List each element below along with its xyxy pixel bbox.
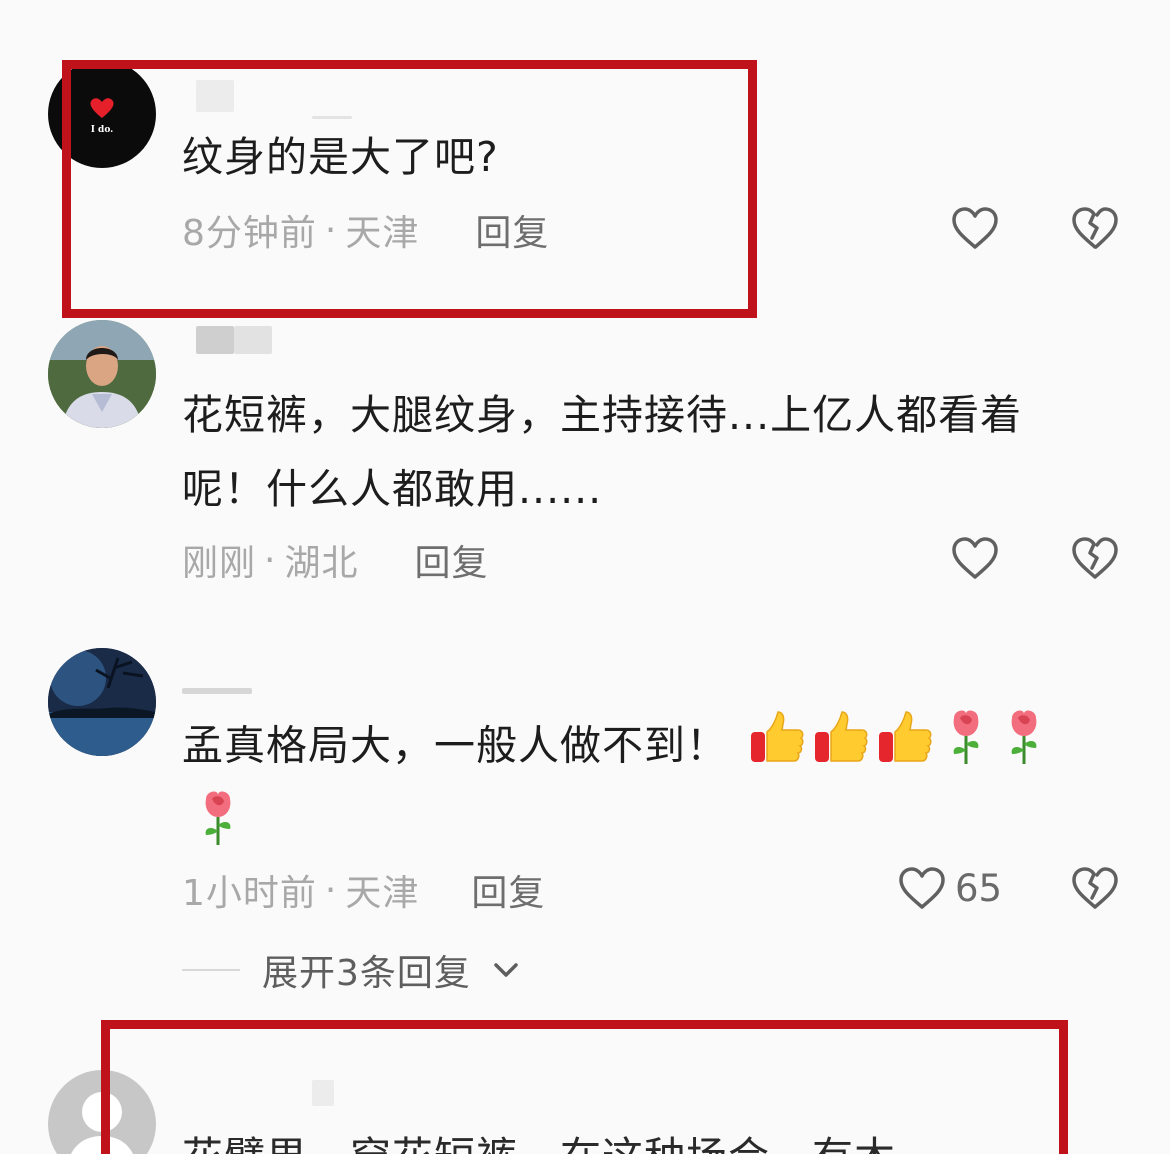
heart-logo-icon: I do. xyxy=(90,98,114,135)
broken-heart-icon xyxy=(1072,537,1118,579)
comment-time: 8分钟前 xyxy=(182,213,317,254)
dislike-button[interactable] xyxy=(1070,535,1120,585)
heart-outline-icon xyxy=(899,867,945,909)
avatar[interactable]: I do. xyxy=(48,60,156,168)
reply-button[interactable]: 回复 xyxy=(471,864,545,916)
expand-replies-button[interactable]: 展开3条回复 xyxy=(182,945,519,995)
rose-emoji xyxy=(192,789,244,870)
thumbs-up-emoji xyxy=(876,708,934,789)
heart-outline-icon xyxy=(952,537,998,579)
like-button[interactable] xyxy=(950,535,1000,581)
comment-text: 花短裤，大腿纹身，主持接待...上亿人都看着 呢！什么人都敢用...... xyxy=(182,391,1023,513)
comment-list: I do. 纹身的是大了吧? 8分钟前 · 天津 回复 花短裤，大腿纹身，主持接… xyxy=(0,0,1170,1154)
default-user-icon xyxy=(70,1092,134,1154)
dislike-button[interactable] xyxy=(1070,205,1120,255)
avatar[interactable] xyxy=(48,320,156,428)
comment-meta: 1小时前 · 天津 回复 xyxy=(182,865,545,915)
broken-heart-icon xyxy=(1072,207,1118,249)
person-photo-icon xyxy=(48,320,156,428)
rose-emoji xyxy=(940,708,992,789)
thumbs-up-emoji xyxy=(748,708,806,789)
like-button[interactable] xyxy=(950,205,1000,251)
comment-time: 1小时前 xyxy=(182,873,317,914)
broken-heart-icon xyxy=(1072,867,1118,909)
rose-emoji xyxy=(998,708,1050,789)
reply-button[interactable]: 回复 xyxy=(414,534,488,586)
like-count: 65 xyxy=(955,866,1003,910)
comment-item: 花短裤，大腿纹身，主持接待...上亿人都看着 呢！什么人都敢用...... 刚刚… xyxy=(0,320,1170,630)
dislike-button[interactable] xyxy=(1070,865,1120,915)
comment-meta: 8分钟前 · 天津 回复 xyxy=(182,205,549,255)
comment-item: 孟真格局大，一般人做不到！ 1小时前 · 天津 回复 65 xyxy=(0,648,1170,1008)
like-button[interactable]: 65 xyxy=(897,865,1002,911)
comment-location: 天津 xyxy=(345,213,420,254)
comment-text: 孟真格局大，一般人做不到！ xyxy=(182,708,1132,870)
svg-text:I do.: I do. xyxy=(91,125,114,135)
comment-location: 天津 xyxy=(345,873,420,914)
reply-button[interactable]: 回复 xyxy=(475,204,549,256)
chevron-down-icon xyxy=(494,963,518,977)
landscape-avatar-icon xyxy=(48,648,156,756)
avatar[interactable] xyxy=(48,1070,156,1154)
comment-text: 花臂男，穿花短裤，在这种场合，有木... xyxy=(182,1120,1082,1154)
comment-item: 花臂男，穿花短裤，在这种场合，有木... xyxy=(0,1060,1170,1154)
comment-location: 湖北 xyxy=(284,543,359,584)
comment-text: 纹身的是大了吧? xyxy=(182,133,499,181)
thumbs-up-emoji xyxy=(812,708,870,789)
comment-meta: 刚刚 · 湖北 回复 xyxy=(182,535,489,585)
expand-divider xyxy=(182,969,240,971)
heart-outline-icon xyxy=(952,207,998,249)
avatar[interactable] xyxy=(48,648,156,756)
comment-time: 刚刚 xyxy=(182,543,257,584)
comment-item: I do. 纹身的是大了吧? 8分钟前 · 天津 回复 xyxy=(0,0,1170,320)
